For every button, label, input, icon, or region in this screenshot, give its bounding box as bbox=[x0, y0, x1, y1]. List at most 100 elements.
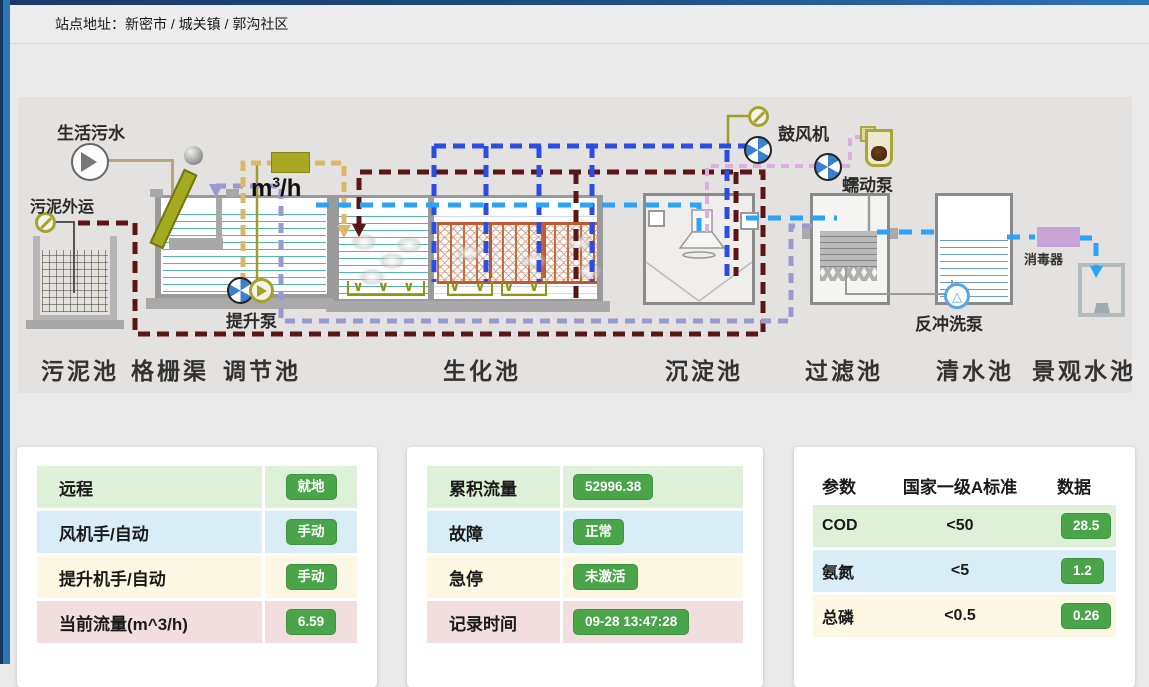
sed-outlet-box bbox=[740, 212, 759, 230]
control-card: 远程 就地 风机手/自动 手动 提升机手/自动 手动 当前流量(m^3/h) 6… bbox=[17, 447, 377, 687]
sludge-grid bbox=[42, 250, 108, 312]
screw-motor-ball bbox=[184, 146, 203, 165]
app-root: 站点地址：新密市 / 城关镇 / 郭沟社区 生活污水 污泥外运 m3/h bbox=[0, 0, 1149, 664]
table-row: 远程 就地 bbox=[37, 466, 357, 508]
site-address-text: 站点地址：新密市 / 城关镇 / 郭沟社区 bbox=[55, 14, 288, 34]
table-row: 总磷 <0.5 0.26 bbox=[813, 595, 1116, 637]
value-badge: 28.5 bbox=[1061, 513, 1111, 539]
bio-tank-base bbox=[326, 301, 610, 312]
diffuser-tray-1: ∨ ∨ ∨ bbox=[347, 281, 425, 296]
foam-cloud bbox=[565, 234, 593, 252]
status-card: 累积流量 52996.38 故障 正常 急停 未激活 记录时间 09-28 13… bbox=[407, 447, 763, 687]
sludge-out-label: 污泥外运 bbox=[30, 193, 94, 217]
param-standard: <50 bbox=[946, 517, 973, 535]
row-label: 故障 bbox=[427, 520, 483, 545]
row-label: 提升机手/自动 bbox=[37, 565, 166, 590]
backwash-pump-label: 反冲洗泵 bbox=[915, 310, 983, 335]
value-badge: 0.26 bbox=[1061, 603, 1111, 629]
tank-label-landscape: 景观水池 bbox=[1032, 352, 1136, 386]
flow-unit-label: m3/h bbox=[251, 174, 301, 203]
disinfector-box bbox=[1037, 227, 1080, 247]
tank-label-regulation: 调节池 bbox=[223, 352, 301, 386]
row-label: 急停 bbox=[427, 565, 483, 590]
diffuser-tray-3: ∨ ∨ bbox=[501, 281, 547, 296]
inflow-pipe-h bbox=[105, 159, 173, 162]
backwash-pump-icon: △ bbox=[944, 283, 970, 309]
status-badge: 未激活 bbox=[573, 564, 638, 590]
site-address-bar: 站点地址：新密市 / 城关镇 / 郭沟社区 bbox=[10, 5, 1149, 44]
table-row: 急停 未激活 bbox=[427, 556, 743, 598]
pump-triangle bbox=[81, 152, 97, 172]
quality-card: 参数 国家一级A标准 数据 COD <50 28.5 氨氮 <5 1.2 总磷 … bbox=[794, 447, 1135, 687]
table-row: 记录时间 09-28 13:47:28 bbox=[427, 601, 743, 643]
bio-bay-post-2 bbox=[543, 222, 546, 278]
sed-inlet-box bbox=[648, 210, 665, 227]
row-label: 记录时间 bbox=[427, 610, 517, 635]
flow-meter-box bbox=[271, 152, 310, 173]
value-badge: 52996.38 bbox=[573, 474, 653, 500]
peristaltic-fan-icon bbox=[814, 153, 842, 181]
blower-label: 鼓风机 bbox=[778, 120, 829, 145]
left-border-blue bbox=[3, 0, 10, 664]
col-header-data: 数据 bbox=[1057, 473, 1091, 498]
tank-label-clearwater: 清水池 bbox=[936, 352, 1014, 386]
filter-media bbox=[820, 231, 877, 267]
filter-tank bbox=[810, 193, 890, 305]
valve-triangle bbox=[257, 285, 267, 297]
status-badge: 手动 bbox=[286, 564, 337, 590]
foam-cloud bbox=[575, 262, 603, 280]
foam-cloud bbox=[520, 252, 548, 270]
value-badge: 1.2 bbox=[1061, 558, 1104, 584]
quality-header-row: 参数 国家一级A标准 数据 bbox=[813, 465, 1116, 505]
lift-pump-valve-icon bbox=[249, 278, 274, 303]
tank-label-sediment: 沉淀池 bbox=[665, 352, 743, 386]
param-name: 总磷 bbox=[822, 604, 854, 628]
tank-label-filter: 过滤池 bbox=[805, 352, 883, 386]
tank-flange-right bbox=[226, 189, 239, 197]
tank-label-screen: 格栅渠 bbox=[131, 352, 209, 386]
tank-label-bio: 生化池 bbox=[443, 352, 521, 386]
row-label: 风机手/自动 bbox=[37, 520, 149, 545]
screen-chamber-wall bbox=[216, 198, 222, 250]
row-label: 远程 bbox=[37, 475, 93, 500]
filter-nozzle-teeth bbox=[820, 267, 877, 281]
dosing-beaker-icon bbox=[865, 129, 893, 167]
landscape-pond bbox=[1078, 263, 1125, 317]
table-row: 故障 正常 bbox=[427, 511, 743, 553]
sludge-tank bbox=[33, 236, 117, 322]
param-name: 氨氮 bbox=[822, 559, 854, 583]
dosing-liquid bbox=[871, 146, 887, 161]
filter-tab-left bbox=[802, 228, 810, 239]
table-row: 氨氮 <5 1.2 bbox=[813, 550, 1116, 592]
screen-chamber-floor bbox=[169, 238, 223, 250]
table-row: 提升机手/自动 手动 bbox=[37, 556, 357, 598]
filter-tab-right bbox=[890, 228, 898, 239]
foam-cloud bbox=[395, 236, 423, 254]
blower-fan-icon bbox=[744, 136, 772, 164]
foam-cloud bbox=[378, 252, 406, 270]
col-header-param: 参数 bbox=[822, 473, 856, 498]
row-label: 累积流量 bbox=[427, 475, 517, 500]
foam-cloud bbox=[350, 233, 378, 251]
status-badge: 正常 bbox=[573, 519, 624, 545]
blower-valve-icon bbox=[748, 106, 769, 127]
lift-pump-label: 提升泵 bbox=[226, 307, 277, 332]
table-row: 当前流量(m^3/h) 6.59 bbox=[37, 601, 357, 643]
top-accent-strip bbox=[10, 0, 1149, 5]
param-standard: <0.5 bbox=[944, 607, 976, 625]
foam-cloud bbox=[455, 244, 483, 262]
tank-flange-left bbox=[150, 189, 163, 197]
col-header-standard: 国家一级A标准 bbox=[903, 473, 1017, 498]
inflow-pump-icon bbox=[71, 143, 109, 181]
status-badge: 手动 bbox=[286, 519, 337, 545]
sludge-tank-base bbox=[26, 320, 124, 329]
table-row: 累积流量 52996.38 bbox=[427, 466, 743, 508]
inflow-label: 生活污水 bbox=[57, 119, 125, 144]
param-name: COD bbox=[822, 517, 858, 535]
table-row: COD <50 28.5 bbox=[813, 505, 1116, 547]
param-standard: <5 bbox=[951, 562, 969, 580]
bio-bay-post-1 bbox=[489, 222, 492, 278]
row-label: 当前流量(m^3/h) bbox=[37, 610, 188, 635]
status-badge: 就地 bbox=[286, 474, 337, 500]
tank-label-sludge: 污泥池 bbox=[41, 352, 119, 386]
